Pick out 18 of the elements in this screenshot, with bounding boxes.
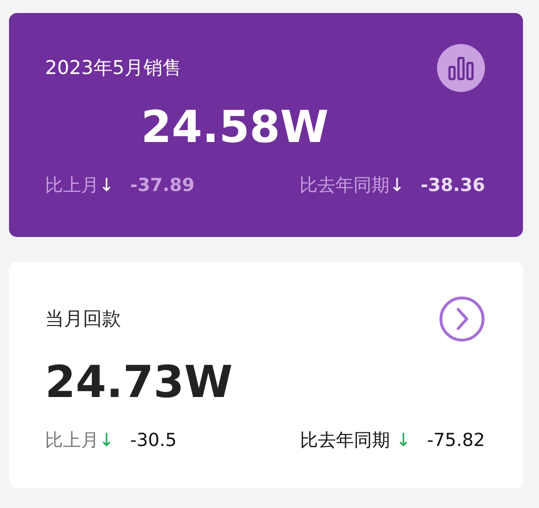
- bar-chart-icon[interactable]: [437, 44, 485, 92]
- comparison-label: 比上月: [45, 174, 99, 198]
- comparison-label: 比去年同期: [300, 429, 390, 453]
- comparison-label: 比去年同期: [300, 174, 390, 198]
- card-title: 2023年5月销售: [45, 56, 182, 81]
- comparison-value: -38.36: [420, 174, 485, 198]
- comparison-value: -30.5: [130, 429, 177, 453]
- down-arrow: ↓: [99, 429, 114, 453]
- down-arrow: ↓: [99, 174, 114, 198]
- card-title: 当月回款: [45, 307, 121, 332]
- down-arrow: ↓: [390, 174, 405, 198]
- comparison-label: 比上月: [45, 429, 99, 453]
- stat-value: 24.58W: [140, 101, 330, 155]
- down-arrow: ↓: [396, 429, 411, 453]
- chevron-right-icon[interactable]: [439, 296, 485, 342]
- stat-value: 24.73W: [45, 356, 234, 410]
- comparison-value: -37.89: [130, 174, 194, 198]
- comparison-value: -75.82: [426, 429, 485, 453]
